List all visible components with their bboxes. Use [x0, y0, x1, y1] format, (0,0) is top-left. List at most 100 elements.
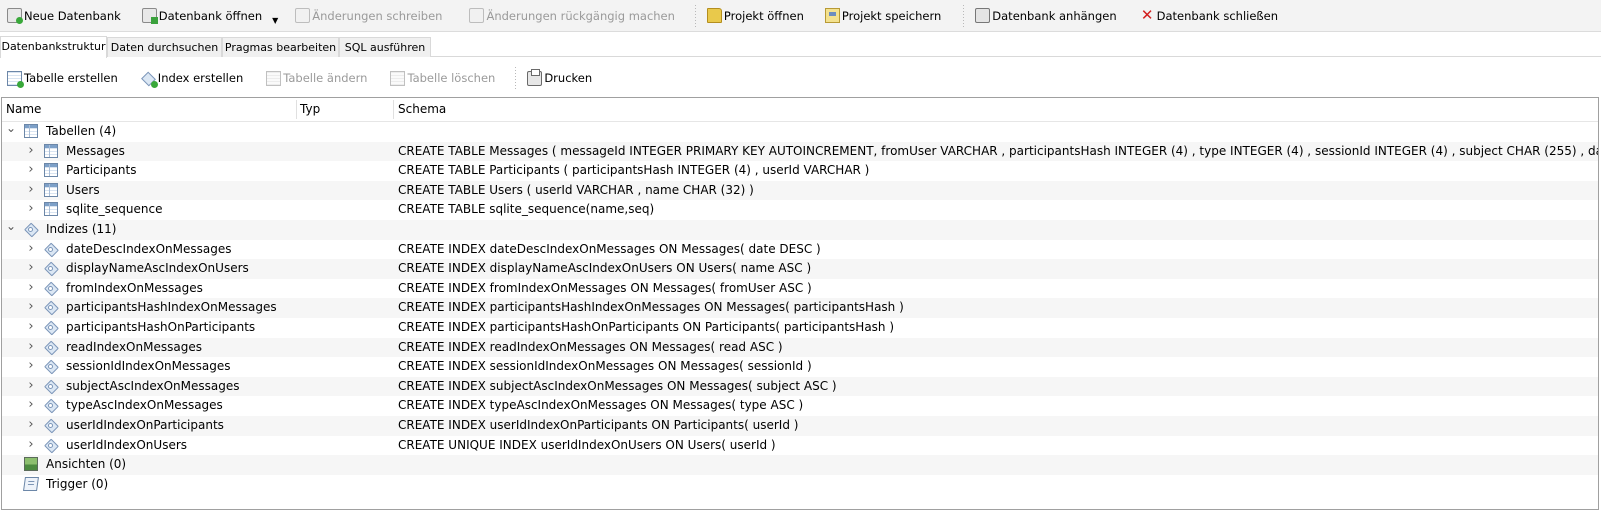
create-index-icon — [141, 71, 158, 88]
expand-arrow-icon[interactable]: › — [26, 162, 36, 177]
tree-row[interactable]: › userIdIndexOnParticipants CREATE INDEX u… — [2, 415, 1598, 436]
create-index-button[interactable]: Index erstellen — [134, 66, 249, 90]
index-icon — [44, 261, 58, 275]
toolbar-separator — [515, 67, 517, 89]
expand-arrow-icon[interactable]: › — [26, 358, 36, 373]
open-project-button[interactable]: Projekt öffnen — [700, 3, 810, 29]
tree-item-name: Users — [66, 182, 100, 197]
tree-item-schema: CREATE TABLE Messages ( messageId INTEGE… — [398, 143, 1599, 158]
tree-item-schema: CREATE TABLE sqlite_sequence(name,seq) — [398, 202, 655, 217]
tree-item-name: subjectAscIndexOnMessages — [66, 378, 240, 393]
save-project-button[interactable]: Projekt speichern — [818, 3, 947, 29]
revert-changes-icon — [469, 8, 485, 23]
tree-row[interactable]: › subjectAscIndexOnMessages CREATE INDEX s… — [2, 376, 1598, 397]
tree-row[interactable]: › Messages CREATE TABLE Messages ( message… — [2, 141, 1599, 162]
tree-row[interactable]: › Users CREATE TABLE Users ( userId VARCHA… — [2, 180, 1598, 201]
column-header-schema[interactable]: Schema — [398, 102, 446, 116]
new-database-label: Neue Datenbank — [24, 8, 121, 23]
index-icon — [44, 379, 58, 393]
tab-edit-pragmas[interactable]: Pragmas bearbeiten — [222, 37, 339, 57]
index-icon — [44, 438, 58, 452]
create-index-label: Index erstellen — [157, 71, 244, 85]
expand-arrow-icon[interactable]: › — [26, 260, 36, 275]
revert-changes-label: Änderungen rückgängig machen — [486, 8, 675, 23]
collapse-arrow-icon[interactable]: ⌄ — [6, 219, 16, 233]
table-icon — [44, 202, 58, 217]
index-icon — [44, 300, 58, 314]
tree-item-schema: CREATE INDEX participantsHashIndexOnMess… — [398, 300, 904, 315]
collapse-arrow-icon[interactable]: ⌄ — [6, 121, 16, 135]
attach-database-label: Datenbank anhängen — [992, 8, 1117, 23]
tree-item-name: userIdIndexOnUsers — [66, 437, 188, 452]
tree-item-name: Ansichten (0) — [46, 457, 127, 472]
tree-item-schema: CREATE INDEX participantsHashOnParticipa… — [398, 319, 895, 334]
tree-row[interactable]: › Participants CREATE TABLE Participants (… — [2, 161, 1598, 181]
tree-row[interactable]: › userIdIndexOnUsers CREATE UNIQUE INDEX u… — [2, 436, 1598, 456]
tree-item-name: Participants — [66, 163, 137, 178]
tab-bar: Datenbankstruktur Daten durchsuchen Prag… — [0, 36, 1601, 58]
open-database-button[interactable]: Datenbank öffnen — [135, 3, 268, 29]
expand-arrow-icon[interactable]: › — [26, 143, 36, 158]
print-button[interactable]: Drucken — [520, 66, 598, 90]
tree-group-views[interactable]: Ansichten (0) — [2, 455, 1598, 475]
index-icon — [44, 281, 58, 295]
expand-arrow-icon[interactable]: › — [26, 397, 36, 412]
expand-arrow-icon[interactable]: › — [26, 437, 36, 452]
column-divider[interactable] — [393, 100, 394, 119]
revert-changes-button[interactable]: Änderungen rückgängig machen — [462, 3, 680, 29]
column-header-type[interactable]: Typ — [300, 102, 320, 116]
create-table-icon — [7, 70, 24, 88]
tree-group-indices[interactable]: ⌄ Indizes (11) — [2, 219, 1598, 240]
tree-row[interactable]: › participantsHashOnParticipants CREATE IN… — [2, 318, 1598, 338]
tree-item-schema: CREATE INDEX typeAscIndexOnMessages ON M… — [398, 398, 804, 413]
tree-group-tables[interactable]: ⌄ Tabellen (4) — [2, 121, 1598, 142]
tree-item-name: sessionIdIndexOnMessages — [66, 359, 231, 374]
tree-item-schema: CREATE INDEX displayNameAscIndexOnUsers … — [398, 261, 812, 276]
tree-row[interactable]: › fromIndexOnMessages CREATE INDEX fromInd… — [2, 279, 1598, 299]
schema-tree[interactable]: Name Typ Schema ⌄ Tabellen (4) › Messages CR… — [1, 97, 1599, 510]
tree-row[interactable]: › dateDescIndexOnMessages CREATE INDEX dat… — [2, 240, 1598, 260]
tree-row[interactable]: › participantsHashIndexOnMessages CREATE I… — [2, 298, 1598, 318]
tab-browse-data[interactable]: Daten durchsuchen — [107, 37, 222, 57]
tree-group-triggers[interactable]: Trigger (0) — [2, 475, 1598, 495]
new-database-button[interactable]: Neue Datenbank — [0, 3, 127, 29]
attach-database-button[interactable]: Datenbank anhängen — [968, 3, 1122, 29]
tree-item-name: Messages — [66, 143, 125, 158]
main-toolbar: Neue Datenbank Datenbank öffnen ▼ Änderu… — [0, 0, 1601, 32]
new-database-icon — [7, 8, 23, 24]
tree-header: Name Typ Schema — [2, 98, 1598, 122]
tab-database-structure[interactable]: Datenbankstruktur — [0, 36, 107, 58]
tree-row[interactable]: › sessionIdIndexOnMessages CREATE INDEX se… — [2, 357, 1598, 377]
create-table-button[interactable]: Tabelle erstellen — [0, 66, 124, 90]
index-icon — [44, 242, 58, 256]
expand-arrow-icon[interactable]: › — [26, 339, 36, 354]
expand-arrow-icon[interactable]: › — [26, 299, 36, 314]
table-icon — [44, 163, 58, 178]
tree-row[interactable]: › sqlite_sequence CREATE TABLE sqlite_sequ… — [2, 200, 1598, 220]
tree-item-schema: CREATE TABLE Users ( userId VARCHAR , na… — [398, 182, 754, 197]
column-header-name[interactable]: Name — [6, 102, 41, 116]
tree-item-name: fromIndexOnMessages — [66, 280, 203, 295]
tree-item-schema: CREATE INDEX sessionIdIndexOnMessages ON… — [398, 359, 812, 374]
tree-row[interactable]: › displayNameAscIndexOnUsers CREATE INDEX … — [2, 259, 1598, 279]
open-database-dropdown-icon[interactable]: ▼ — [272, 16, 278, 25]
tab-execute-sql[interactable]: SQL ausführen — [339, 37, 431, 57]
expand-arrow-icon[interactable]: › — [26, 378, 36, 393]
index-icon — [44, 418, 58, 432]
expand-arrow-icon[interactable]: › — [26, 241, 36, 256]
expand-arrow-icon[interactable]: › — [26, 280, 36, 295]
column-divider[interactable] — [296, 100, 297, 119]
delete-table-button[interactable]: Tabelle löschen — [383, 66, 501, 90]
write-changes-icon — [295, 8, 311, 23]
tree-row[interactable]: › readIndexOnMessages CREATE INDEX readInd… — [2, 337, 1598, 358]
expand-arrow-icon[interactable]: › — [26, 417, 36, 432]
expand-arrow-icon[interactable]: › — [26, 319, 36, 334]
tree-row[interactable]: › typeAscIndexOnMessages CREATE INDEX type… — [2, 396, 1598, 416]
index-icon — [44, 320, 58, 334]
expand-arrow-icon[interactable]: › — [26, 201, 36, 216]
write-changes-button[interactable]: Änderungen schreiben — [288, 3, 448, 29]
expand-arrow-icon[interactable]: › — [26, 182, 36, 197]
modify-table-button[interactable]: Tabelle ändern — [259, 66, 373, 90]
tree-item-name: dateDescIndexOnMessages — [66, 241, 232, 256]
close-database-button[interactable]: ✕ Datenbank schließen — [1133, 3, 1284, 29]
